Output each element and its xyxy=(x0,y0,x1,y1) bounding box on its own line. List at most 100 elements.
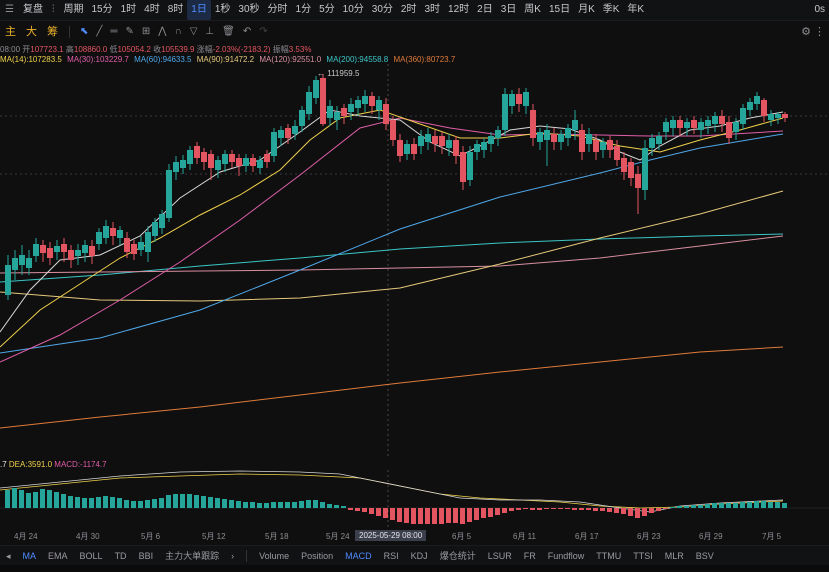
macd-bar xyxy=(229,500,234,508)
macd-bar xyxy=(82,498,87,508)
period-4h[interactable]: 4时 xyxy=(140,0,164,20)
period-month[interactable]: 月K xyxy=(574,0,599,20)
indicator-td[interactable]: TD xyxy=(109,546,133,566)
period-3h[interactable]: 3时 xyxy=(420,0,444,20)
period-3d[interactable]: 3日 xyxy=(497,0,521,20)
candle xyxy=(726,116,732,144)
chips-toggle[interactable]: 筹 xyxy=(42,22,63,42)
macd-bar xyxy=(747,502,752,508)
ma30-label: MA(30):103229.7 xyxy=(67,55,129,64)
candle xyxy=(551,128,557,150)
macd-bar xyxy=(222,499,227,508)
indicator-macd[interactable]: MACD xyxy=(339,546,378,566)
ma14-label: MA(14):107283.5 xyxy=(0,55,62,64)
candle xyxy=(446,134,452,156)
indicator-ma[interactable]: MA xyxy=(17,546,43,566)
period-selector[interactable]: 周期 xyxy=(59,0,87,20)
ma200-line xyxy=(0,233,784,283)
indicator-rsi[interactable]: RSI xyxy=(378,546,405,566)
draw-line-icon[interactable]: ╱ xyxy=(92,22,106,42)
period-1d[interactable]: 1日 xyxy=(187,0,211,20)
macd-bar xyxy=(733,503,738,508)
candle xyxy=(236,154,242,176)
delete-icon[interactable]: 🗑 xyxy=(218,22,239,42)
ruler-icon[interactable]: ⊥ xyxy=(201,22,218,42)
indicator-fr[interactable]: FR xyxy=(518,546,542,566)
cursor-icon[interactable]: ⬉ xyxy=(76,22,92,42)
indicator-volume[interactable]: Volume xyxy=(253,546,295,566)
period-15d[interactable]: 15日 xyxy=(545,0,574,20)
macd-bar xyxy=(558,508,563,509)
candle xyxy=(362,90,368,112)
indicator-fundflow[interactable]: Fundflow xyxy=(542,546,591,566)
magnet-icon[interactable]: ∩ xyxy=(171,22,186,42)
more-main-indicators-icon[interactable]: › xyxy=(225,546,240,566)
period-30s[interactable]: 30秒 xyxy=(234,0,263,20)
chart-settings-icon[interactable]: ⚙ ⋮ xyxy=(801,22,825,42)
candle xyxy=(33,238,39,262)
period-30m[interactable]: 30分 xyxy=(368,0,397,20)
period-1h[interactable]: 1时 xyxy=(117,0,141,20)
price-chart[interactable] xyxy=(0,64,829,456)
period-8h[interactable]: 8时 xyxy=(164,0,188,20)
period-1m[interactable]: 1分 xyxy=(292,0,316,20)
macd-bar xyxy=(453,508,458,523)
indicator-boll[interactable]: BOLL xyxy=(74,546,109,566)
candle xyxy=(327,100,333,126)
candle xyxy=(271,128,277,162)
indicator-bbi[interactable]: BBI xyxy=(133,546,160,566)
big-order-toggle[interactable]: 大 xyxy=(21,22,42,42)
horizontal-line-icon[interactable]: ═ xyxy=(106,22,121,42)
filter-icon[interactable]: ▽ xyxy=(186,22,202,42)
candle xyxy=(663,118,669,140)
sidebar-toggle-icon[interactable]: ◂ xyxy=(0,546,17,566)
macd-bar xyxy=(278,502,283,508)
macd-bar xyxy=(362,508,367,512)
candle xyxy=(544,124,550,166)
macd-dea-label: DEA:3591.0 xyxy=(8,460,53,469)
candles xyxy=(5,74,788,300)
undo-icon[interactable]: ↶ xyxy=(239,22,255,42)
candle xyxy=(110,222,116,245)
candle xyxy=(747,98,753,116)
period-2d[interactable]: 2日 xyxy=(473,0,497,20)
period-12h[interactable]: 12时 xyxy=(444,0,473,20)
period-quarter[interactable]: 季K xyxy=(599,0,624,20)
period-year[interactable]: 年K xyxy=(623,0,648,20)
period-1s[interactable]: 1秒 xyxy=(211,0,235,20)
period-2h[interactable]: 2时 xyxy=(397,0,421,20)
redo-icon[interactable]: ↷ xyxy=(255,22,271,42)
indicator-position[interactable]: Position xyxy=(295,546,339,566)
indicator-big-order[interactable]: 主力大单跟踪 xyxy=(159,546,225,566)
indicator-liquidation[interactable]: 爆仓统计 xyxy=(434,546,482,566)
chart-type-icon[interactable]: ⫶ xyxy=(47,0,60,20)
indicator-ema[interactable]: EMA xyxy=(42,546,74,566)
period-5m[interactable]: 5分 xyxy=(315,0,339,20)
period-timeline[interactable]: 分时 xyxy=(264,0,292,20)
indicator-ttsi[interactable]: TTSI xyxy=(627,546,659,566)
period-week[interactable]: 周K xyxy=(520,0,545,20)
measure-icon[interactable]: ⊞ xyxy=(138,22,154,42)
indicator-ttmu[interactable]: TTMU xyxy=(590,546,627,566)
candle xyxy=(460,146,466,190)
pen-icon[interactable]: ✎ xyxy=(122,22,138,42)
candle xyxy=(103,220,109,244)
macd-bar xyxy=(726,503,731,508)
period-15m[interactable]: 15分 xyxy=(87,0,116,20)
ma360-label: MA(360):80723.7 xyxy=(393,55,456,64)
main-chart-toggle[interactable]: 主 xyxy=(0,22,21,42)
ma30-line xyxy=(0,117,784,363)
candle xyxy=(334,106,340,130)
indicator-kdj[interactable]: KDJ xyxy=(405,546,434,566)
menu-icon[interactable]: ☰ xyxy=(0,0,19,20)
macd-chart[interactable] xyxy=(0,470,829,528)
indicator-lsur[interactable]: LSUR xyxy=(482,546,518,566)
replay-button[interactable]: 复盘 xyxy=(19,0,47,20)
period-10m[interactable]: 10分 xyxy=(339,0,368,20)
macd-bar xyxy=(313,500,318,508)
macd-bar xyxy=(775,502,780,508)
pattern-icon[interactable]: ⋀ xyxy=(154,22,170,42)
indicator-mlr[interactable]: MLR xyxy=(659,546,690,566)
x-axis-label: 5月 12 xyxy=(202,532,226,541)
indicator-bsv[interactable]: BSV xyxy=(690,546,720,566)
